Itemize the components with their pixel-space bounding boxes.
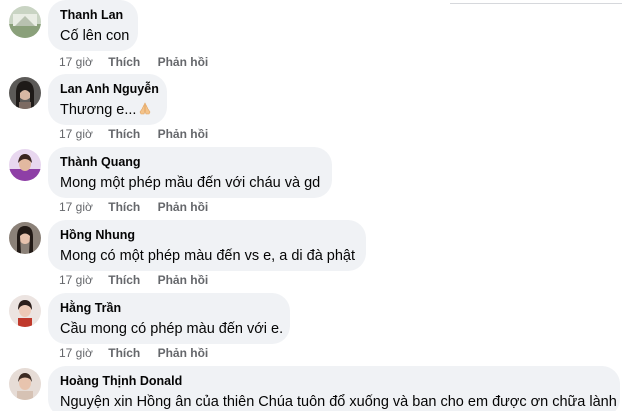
reply-button[interactable]: Phản hồi [158, 200, 209, 214]
comment-text: Thương e... [60, 101, 155, 120]
comment-bubble: Hoàng Thịnh Donald Nguyện xin Hồng ân củ… [48, 366, 620, 411]
comment-time[interactable]: 17 giờ [59, 346, 93, 360]
avatar[interactable] [9, 77, 41, 109]
comment-actions: 17 giờ Thích Phản hồi [59, 346, 222, 360]
comment-bubble: Thành Quang Mong một phép mầu đến với ch… [48, 147, 332, 198]
comment-bubble: Lan Anh Nguyễn Thương e... [48, 74, 167, 125]
comment-time[interactable]: 17 giờ [59, 200, 93, 214]
avatar[interactable] [9, 149, 41, 181]
reply-button[interactable]: Phản hồi [158, 273, 209, 287]
avatar[interactable] [9, 295, 41, 327]
comment-text: Mong một phép mầu đến với cháu và gd [60, 175, 321, 191]
divider [450, 3, 622, 4]
comment-text-content: Thương e... [60, 102, 137, 118]
like-button[interactable]: Thích [108, 346, 140, 360]
avatar[interactable] [9, 368, 41, 400]
comment-author[interactable]: Hồng Nhung [60, 227, 354, 243]
comment-actions: 17 giờ Thích Phản hồi [59, 200, 222, 214]
reply-button[interactable]: Phản hồi [158, 55, 209, 69]
comment-author[interactable]: Thành Quang [60, 154, 320, 170]
reply-button[interactable]: Phản hồi [158, 346, 209, 360]
comment-time[interactable]: 17 giờ [59, 127, 93, 141]
comment-author[interactable]: Hoàng Thịnh Donald [60, 373, 608, 389]
comment-time[interactable]: 17 giờ [59, 273, 93, 287]
avatar[interactable] [9, 222, 41, 254]
comment-thread: Thanh Lan Cố lên con 17 giờ Thích Phản h… [0, 0, 622, 411]
comment-author[interactable]: Thanh Lan [60, 7, 126, 23]
comment-actions: 17 giờ Thích Phản hồi [59, 127, 222, 141]
comment-bubble: Thanh Lan Cố lên con [48, 0, 138, 51]
comment-text: Cố lên con [60, 28, 130, 44]
avatar[interactable] [9, 6, 41, 38]
like-button[interactable]: Thích [108, 55, 140, 69]
comment-text: Mong có một phép màu đến vs e, a di đà p… [60, 248, 356, 264]
comment-bubble: Hằng Trần Cầu mong có phép màu đến với e… [48, 293, 290, 344]
comment-bubble: Hồng Nhung Mong có một phép màu đến vs e… [48, 220, 366, 271]
like-button[interactable]: Thích [108, 273, 140, 287]
comment-actions: 17 giờ Thích Phản hồi [59, 55, 222, 69]
comment-text: Cầu mong có phép màu đến với e. [60, 321, 284, 337]
comment-actions: 17 giờ Thích Phản hồi [59, 273, 222, 287]
comment-author[interactable]: Lan Anh Nguyễn [60, 81, 159, 97]
like-button[interactable]: Thích [108, 200, 140, 214]
folded-hands-emoji [140, 102, 151, 115]
comment-text: Nguyện xin Hồng ân của thiên Chúa tuôn đ… [60, 394, 617, 410]
like-button[interactable]: Thích [108, 127, 140, 141]
reply-button[interactable]: Phản hồi [158, 127, 209, 141]
comment-time[interactable]: 17 giờ [59, 55, 93, 69]
comment-author[interactable]: Hằng Trần [60, 300, 278, 316]
